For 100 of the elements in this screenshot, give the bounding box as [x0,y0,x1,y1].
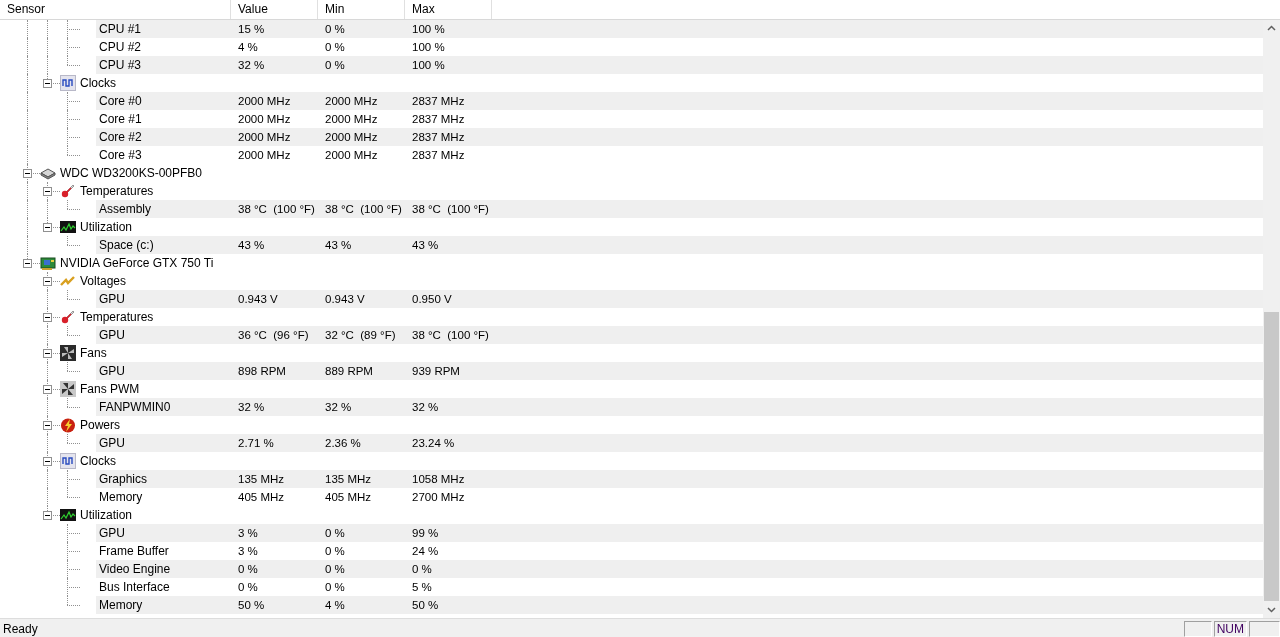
max-cell-text: 38 °C (100 °F) [411,328,490,343]
collapse-toggle[interactable] [23,169,32,178]
max-cell-text: 939 RPM [411,364,461,379]
sensor-name[interactable]: Core #0 [96,92,231,110]
square-wave-icon [60,453,76,469]
min-cell-text: 0 % [324,544,346,559]
min-cell-text: 135 MHz [324,472,373,487]
status-text: Ready [2,622,39,636]
value-cell-text: 15 % [237,22,266,37]
max-cell-text: 5 % [411,580,433,595]
tree-node-label[interactable]: Temperatures [80,308,158,326]
max-cell-text: 0 % [411,562,433,577]
tree-node-label[interactable]: Clocks [80,452,120,470]
value-cell-text: 2000 MHz [237,130,292,145]
tree-node-label[interactable]: WDC WD3200KS-00PFB0 [60,164,207,182]
value-cell-text: 2000 MHz [237,94,292,109]
sensor-name[interactable]: Core #2 [96,128,231,146]
graph-icon [60,219,76,235]
scrollbar[interactable] [1263,20,1280,618]
min-cell-text: 0 % [324,562,346,577]
sensor-name[interactable]: Frame Buffer [96,542,231,560]
sensor-name[interactable]: CPU #2 [96,38,231,56]
tree-node-label[interactable]: Powers [80,416,124,434]
tree-node-label[interactable]: Temperatures [80,182,158,200]
column-header[interactable]: Max [405,0,492,19]
value-cell-text: 50 % [237,598,266,613]
sensor-name[interactable]: GPU [96,434,231,452]
min-cell-text: 0 % [324,526,346,541]
column-header[interactable]: Sensor [0,0,231,19]
fan-icon [60,381,76,397]
collapse-toggle[interactable] [23,259,32,268]
scrollbar-thumb[interactable] [1264,312,1279,601]
sensor-name[interactable]: Bus Interface [96,578,231,596]
graph-icon [60,507,76,523]
max-cell-text: 2700 MHz [411,490,466,505]
sensor-name[interactable]: Assembly [96,200,231,218]
graphics-card-icon [40,255,56,271]
value-cell-text: 0.943 V [237,292,279,307]
sensor-name[interactable]: GPU [96,362,231,380]
status-panel: NUM [1213,621,1247,637]
collapse-toggle[interactable] [43,385,52,394]
min-cell-text: 0 % [324,22,346,37]
collapse-toggle[interactable] [43,277,52,286]
tree-node-label[interactable]: Fans [80,344,111,362]
column-header[interactable]: Min [318,0,405,19]
min-cell-text: 38 °C (100 °F) [324,202,403,217]
tree-node-label[interactable]: NVIDIA GeForce GTX 750 Ti [60,254,218,272]
tree-node-label[interactable]: Clocks [80,74,120,92]
value-cell-text: 0 % [237,562,259,577]
sensor-name[interactable]: GPU [96,290,231,308]
sensor-name[interactable]: Memory [96,488,231,506]
column-header[interactable]: Value [231,0,318,19]
sensor-name[interactable]: GPU [96,326,231,344]
collapse-toggle[interactable] [43,511,52,520]
value-cell-text: 38 °C (100 °F) [237,202,316,217]
min-cell-text: 32 °C (89 °F) [324,328,397,343]
sensor-name[interactable]: Core #1 [96,110,231,128]
max-cell-text: 100 % [411,40,446,55]
sensor-name[interactable]: Space (c:) [96,236,231,254]
collapse-toggle[interactable] [43,187,52,196]
sensor-name[interactable]: Memory [96,596,231,614]
sensor-name[interactable]: FANPWMIN0 [96,398,231,416]
status-panel [1183,621,1212,637]
value-cell-text: 32 % [237,400,266,415]
thermometer-icon [60,183,76,199]
min-cell-text: 0.943 V [324,292,366,307]
min-cell-text: 0 % [324,58,346,73]
value-cell-text: 43 % [237,238,266,253]
sensor-name[interactable]: GPU [96,524,231,542]
value-cell-text: 2000 MHz [237,112,292,127]
min-cell-text: 0 % [324,40,346,55]
max-cell-text: 23.24 % [411,436,456,451]
collapse-toggle[interactable] [43,223,52,232]
max-cell-text: 0.950 V [411,292,453,307]
min-cell-text: 43 % [324,238,353,253]
value-cell-text: 898 RPM [237,364,287,379]
sensor-name[interactable]: CPU #3 [96,56,231,74]
tree-node-label[interactable]: Voltages [80,272,131,290]
max-cell-text: 32 % [411,400,440,415]
status-panel [1249,621,1280,637]
collapse-toggle[interactable] [43,313,52,322]
max-cell-text: 2837 MHz [411,148,466,163]
fan-icon [60,345,76,361]
sensor-name[interactable]: CPU #1 [96,20,231,38]
max-cell-text: 2837 MHz [411,130,466,145]
tree-node-label[interactable]: Utilization [80,506,137,524]
tree-node-label[interactable]: Utilization [80,218,137,236]
sensor-name[interactable]: Graphics [96,470,231,488]
max-cell-text: 24 % [411,544,440,559]
sensor-name[interactable]: Video Engine [96,560,231,578]
tree-node-label[interactable]: Fans PWM [80,380,144,398]
sensor-name[interactable]: Core #3 [96,146,231,164]
min-cell-text: 4 % [324,598,346,613]
collapse-toggle[interactable] [43,79,52,88]
collapse-toggle[interactable] [43,457,52,466]
value-cell-text: 32 % [237,58,266,73]
max-cell-text: 50 % [411,598,440,613]
collapse-toggle[interactable] [43,349,52,358]
collapse-toggle[interactable] [43,421,52,430]
value-cell-text: 2000 MHz [237,148,292,163]
